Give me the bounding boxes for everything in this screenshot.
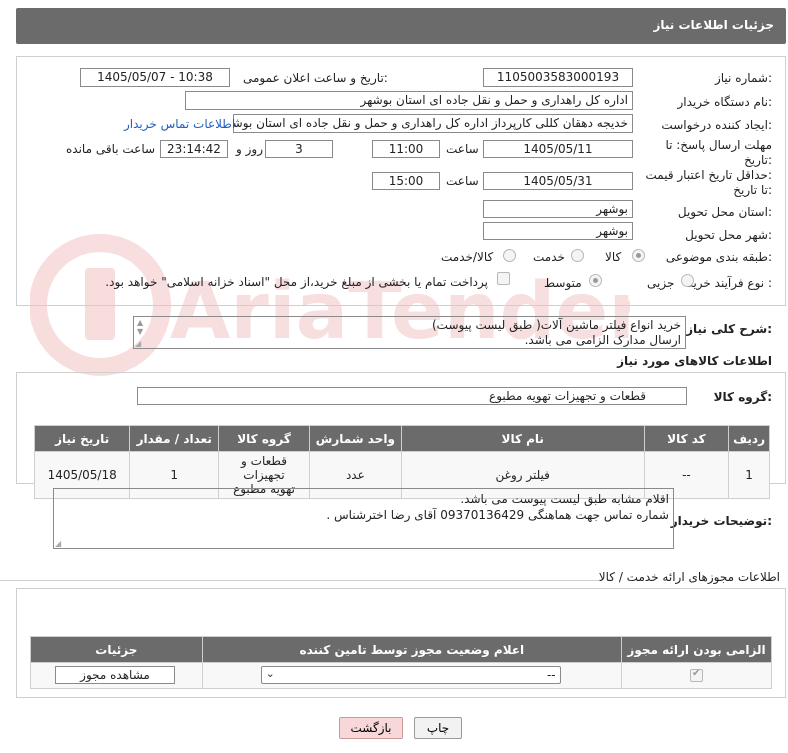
permit-required-checkbox: ✔ bbox=[690, 668, 704, 682]
validity-time-field: 15:00 bbox=[372, 172, 440, 190]
col-unit: واحد شمارش bbox=[308, 425, 402, 452]
announce-label: تاریخ و ساعت اعلان عمومی: bbox=[243, 71, 388, 85]
permits-table-header: الزامی بودن ارائه مجوز اعلام وضعیت مجوز … bbox=[30, 636, 772, 663]
category-radio-goods[interactable] bbox=[632, 249, 645, 262]
buyer-notes-line-1: اقلام مشابه طبق لیست پیوست می باشد. bbox=[460, 492, 669, 506]
validity-time-label: ساعت bbox=[446, 174, 479, 188]
city-field: بوشهر bbox=[483, 222, 633, 240]
table-row: ✔ -- ⌄ مشاهده مجوز bbox=[30, 662, 772, 689]
days-label: روز و bbox=[236, 142, 263, 156]
col-qty: تعداد / مقدار bbox=[129, 425, 220, 452]
purchase-partial-label: جزیی bbox=[647, 276, 675, 290]
permit-status-select-value: -- bbox=[546, 668, 556, 682]
permits-section-title: اطلاعات مجوزهای ارائه خدمت / کالا bbox=[598, 570, 780, 584]
chevron-down-icon: ⌄ bbox=[265, 667, 275, 680]
back-button[interactable]: بازگشت bbox=[339, 717, 403, 739]
col-permit-required: الزامی بودن ارائه مجوز bbox=[621, 636, 772, 663]
scroll-up-icon[interactable]: ▲ bbox=[137, 318, 143, 327]
price-validity-label-2: تا تاریخ: bbox=[733, 183, 772, 197]
category-radio-service[interactable] bbox=[571, 249, 584, 262]
scroll-down-icon[interactable]: ▼ bbox=[137, 327, 143, 336]
reply-deadline-label: مهلت ارسال پاسخ: تا bbox=[665, 138, 772, 152]
purchase-type-label: نوع فرآیند خرید : bbox=[687, 276, 772, 290]
check-icon: ✔ bbox=[692, 668, 701, 679]
buyer-notes-textarea[interactable]: اقلام مشابه طبق لیست پیوست می باشد. شمار… bbox=[53, 488, 674, 549]
purchase-medium-label: متوسط bbox=[544, 276, 582, 290]
goods-table-header: ردیف کد کالا نام کالا واحد شمارش گروه کا… bbox=[33, 425, 770, 452]
category-service-label: خدمت bbox=[533, 250, 565, 264]
treasury-payment-checkbox[interactable] bbox=[497, 272, 510, 285]
reply-date-field: 1405/05/11 bbox=[483, 140, 633, 158]
description-textarea[interactable]: خرید انواع فیلتر ماشین آلات( طبق لیست پی… bbox=[133, 316, 686, 349]
reply-time-label: ساعت bbox=[446, 142, 479, 156]
description-label: شرح کلی نیاز: bbox=[686, 322, 772, 336]
permits-divider bbox=[0, 580, 600, 581]
reply-deadline-label-2: تاریخ: bbox=[744, 153, 772, 167]
validity-date-field: 1405/05/31 bbox=[483, 172, 633, 190]
cell-row: 1 bbox=[728, 451, 770, 499]
page-title: جزئیات اطلاعات نیاز bbox=[653, 18, 774, 32]
resize-handle-icon[interactable]: ◢ bbox=[55, 539, 61, 548]
price-validity-label: حداقل تاریخ اعتبار قیمت: bbox=[645, 168, 772, 182]
cell-permit-details: مشاهده مجوز bbox=[30, 662, 203, 689]
province-label: استان محل تحویل: bbox=[677, 205, 772, 219]
purchase-radio-partial[interactable] bbox=[681, 274, 694, 287]
city-label: شهر محل تحویل: bbox=[685, 228, 772, 242]
need-number-field: 1105003583000193 bbox=[483, 68, 633, 87]
permits-table: الزامی بودن ارائه مجوز اعلام وضعیت مجوز … bbox=[30, 636, 772, 689]
print-button[interactable]: چاپ bbox=[414, 717, 462, 739]
resize-handle-icon[interactable]: ◢ bbox=[135, 339, 141, 348]
requester-label: ایجاد کننده درخواست: bbox=[661, 118, 772, 132]
category-radio-both[interactable] bbox=[503, 249, 516, 262]
view-permit-button[interactable]: مشاهده مجوز bbox=[55, 666, 175, 684]
col-group: گروه کالا bbox=[218, 425, 310, 452]
col-code: کد کالا bbox=[643, 425, 730, 452]
col-row: ردیف bbox=[728, 425, 770, 452]
buyer-contact-link[interactable]: اطلاعات تماس خریدار bbox=[124, 117, 235, 131]
reply-time-field: 11:00 bbox=[372, 140, 440, 158]
col-permit-details: جزئیات bbox=[30, 636, 203, 663]
category-goods-label: کالا bbox=[605, 250, 622, 264]
buyer-notes-label: توضیحات خریدار: bbox=[670, 514, 772, 528]
buyer-org-field: اداره کل راهداری و حمل و نقل جاده ای است… bbox=[185, 91, 633, 110]
page-header: جزئیات اطلاعات نیاز bbox=[16, 8, 786, 44]
announce-field: 1405/05/07 - 10:38 bbox=[80, 68, 230, 87]
cell-permit-status: -- ⌄ bbox=[201, 662, 623, 689]
remaining-time-field: 23:14:42 bbox=[160, 140, 228, 158]
remaining-days-field: 3 bbox=[265, 140, 333, 158]
requester-field: خدیجه دهقان کللی کارپرداز اداره کل راهدا… bbox=[233, 114, 633, 133]
col-permit-status: اعلام وضعیت مجوز توسط تامین کننده bbox=[201, 636, 623, 663]
province-field: بوشهر bbox=[483, 200, 633, 218]
goods-group-label: گروه کالا: bbox=[713, 390, 772, 404]
description-line-1: خرید انواع فیلتر ماشین آلات( طبق لیست پی… bbox=[432, 318, 681, 332]
category-both-label: کالا/خدمت bbox=[441, 250, 494, 264]
description-line-2: ارسال مدارک الزامی می باشد. bbox=[524, 333, 681, 347]
cell-group-line-1: قطعات و تجهیزات bbox=[241, 454, 287, 482]
treasury-payment-note: پرداخت تمام یا بخشی از مبلغ خرید،از محل … bbox=[105, 275, 488, 289]
remaining-label: ساعت باقی مانده bbox=[66, 142, 156, 156]
category-label: طبقه بندی موضوعی: bbox=[665, 250, 772, 264]
col-name: نام کالا bbox=[400, 425, 645, 452]
buyer-org-label: نام دستگاه خریدار: bbox=[677, 95, 773, 109]
col-date: تاریخ نیاز bbox=[33, 425, 131, 452]
permit-status-select[interactable]: -- ⌄ bbox=[260, 666, 561, 684]
goods-group-field: قطعات و تجهیزات تهویه مطبوع bbox=[137, 387, 687, 405]
buyer-notes-line-2: شماره تماس جهت هماهنگی 09370136429 آقای … bbox=[326, 508, 669, 522]
need-number-label: شماره نیاز: bbox=[714, 71, 772, 85]
purchase-radio-medium[interactable] bbox=[589, 274, 602, 287]
cell-permit-required: ✔ bbox=[621, 662, 772, 689]
goods-section-title: اطلاعات کالاهای مورد نیاز bbox=[617, 354, 772, 368]
